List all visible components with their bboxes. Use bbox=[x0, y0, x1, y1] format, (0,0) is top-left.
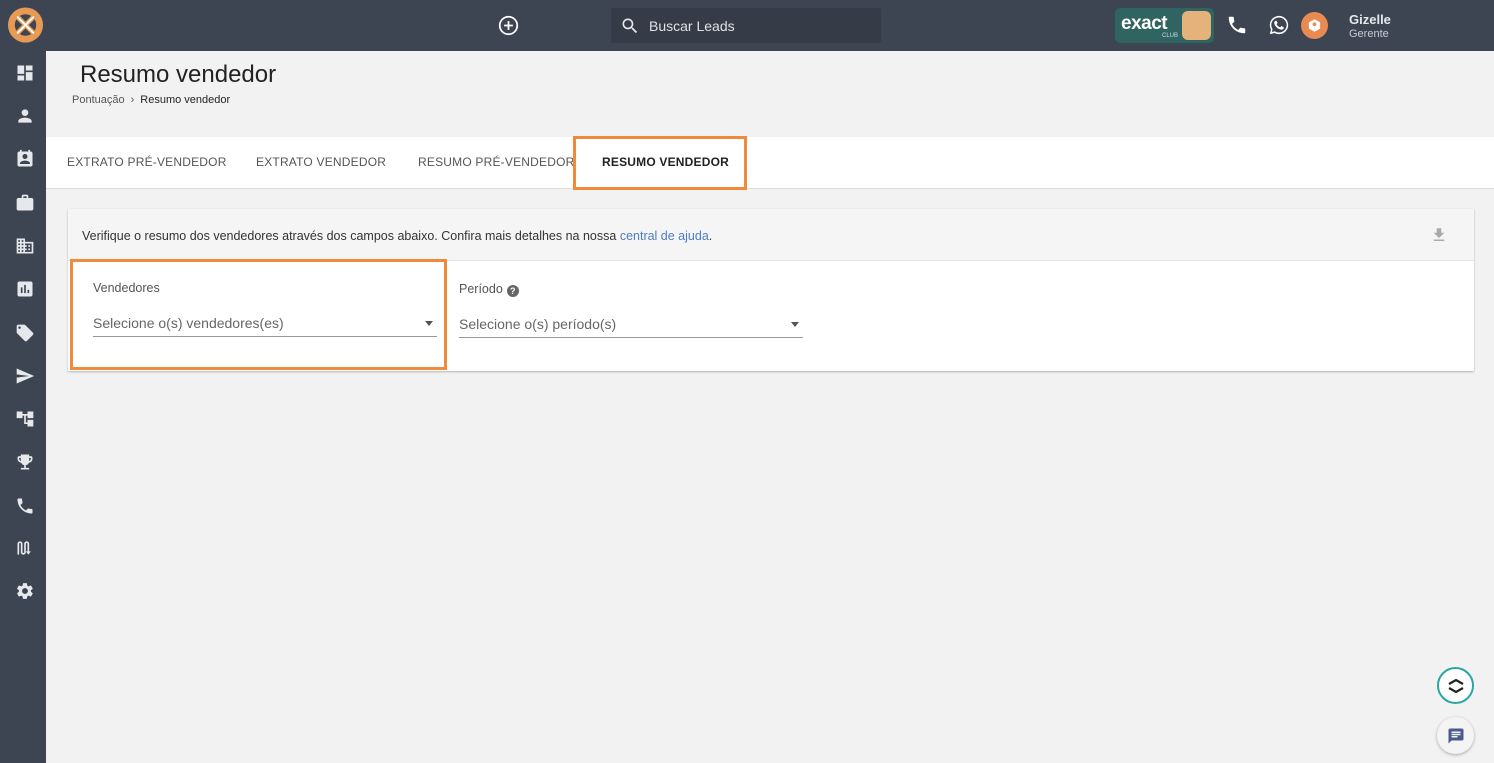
tab-extrato-vendedor[interactable]: EXTRATO VENDEDOR bbox=[256, 137, 386, 187]
page-title: Resumo vendedor bbox=[80, 61, 277, 88]
collapse-icon bbox=[1447, 678, 1464, 693]
info-bar: Verifique o resumo dos vendedores atravé… bbox=[68, 209, 1474, 261]
user-menu[interactable]: Gizelle Gerente bbox=[1349, 12, 1391, 40]
help-center-link[interactable]: central de ajuda bbox=[620, 229, 709, 243]
tab-highlight-box bbox=[573, 136, 747, 190]
user-name: Gizelle bbox=[1349, 12, 1391, 27]
exact-logo-icon[interactable] bbox=[7, 6, 44, 44]
phone-icon[interactable] bbox=[1226, 14, 1248, 36]
tab-extrato-pre-vendedor[interactable]: EXTRATO PRÉ-VENDEDOR bbox=[67, 137, 227, 187]
whatsapp-icon[interactable] bbox=[1268, 14, 1290, 36]
chevron-right-icon: › bbox=[130, 94, 135, 106]
dashboard-icon[interactable] bbox=[14, 62, 36, 84]
exact-club-badge[interactable]: exact CLUB bbox=[1115, 8, 1214, 43]
avatar[interactable] bbox=[1301, 12, 1328, 39]
caret-down-icon bbox=[791, 322, 799, 327]
field-highlight-box bbox=[70, 259, 447, 370]
briefcase-icon[interactable] bbox=[14, 192, 36, 214]
user-avatar-icon bbox=[1308, 19, 1321, 32]
periodo-label: Período bbox=[459, 282, 503, 296]
search-input[interactable] bbox=[649, 17, 859, 34]
add-circle-icon[interactable] bbox=[498, 15, 519, 36]
collapse-widget-button[interactable] bbox=[1437, 667, 1474, 704]
help-icon[interactable]: ? bbox=[506, 285, 519, 297]
phone-icon[interactable] bbox=[14, 495, 36, 517]
search-icon bbox=[622, 18, 638, 33]
person-icon[interactable] bbox=[14, 105, 36, 127]
periodo-placeholder: Selecione o(s) período(s) bbox=[459, 316, 617, 332]
gear-icon[interactable] bbox=[14, 580, 36, 602]
exact-club-label: CLUB bbox=[1162, 33, 1179, 39]
building-icon[interactable] bbox=[14, 235, 36, 257]
contact-card-icon[interactable] bbox=[14, 148, 36, 170]
topbar: exact CLUB Gizelle Gerente bbox=[46, 0, 1494, 51]
report-icon[interactable] bbox=[14, 278, 36, 300]
flow-icon[interactable] bbox=[14, 537, 36, 559]
trophy-icon[interactable] bbox=[14, 451, 36, 473]
download-icon[interactable] bbox=[1430, 225, 1448, 245]
breadcrumb-item-current: Resumo vendedor bbox=[140, 94, 231, 106]
chat-button[interactable] bbox=[1437, 717, 1474, 754]
periodo-select[interactable]: Selecione o(s) período(s) bbox=[459, 314, 803, 338]
info-text: Verifique o resumo dos vendedores atravé… bbox=[82, 229, 712, 243]
sidebar bbox=[0, 0, 46, 763]
info-text-end: . bbox=[708, 229, 713, 243]
info-text-body: Verifique o resumo dos vendedores atravé… bbox=[82, 229, 620, 243]
user-role: Gerente bbox=[1349, 28, 1389, 40]
chat-icon bbox=[1448, 728, 1463, 743]
tags-icon[interactable] bbox=[14, 322, 36, 344]
search-box bbox=[611, 8, 881, 43]
send-icon[interactable] bbox=[14, 365, 36, 387]
tabs-bar: EXTRATO PRÉ-VENDEDOR EXTRATO VENDEDOR RE… bbox=[46, 137, 1494, 189]
periodo-label-wrap: Período? bbox=[459, 282, 519, 297]
exact-play-icon bbox=[1182, 11, 1211, 40]
breadcrumb-item-pontuacao[interactable]: Pontuação bbox=[72, 94, 125, 106]
hierarchy-icon[interactable] bbox=[14, 408, 36, 430]
breadcrumb: Pontuação › Resumo vendedor bbox=[72, 94, 230, 106]
tab-resumo-pre-vendedor[interactable]: RESUMO PRÉ-VENDEDOR bbox=[418, 137, 574, 187]
exact-label: exact bbox=[1121, 13, 1168, 34]
